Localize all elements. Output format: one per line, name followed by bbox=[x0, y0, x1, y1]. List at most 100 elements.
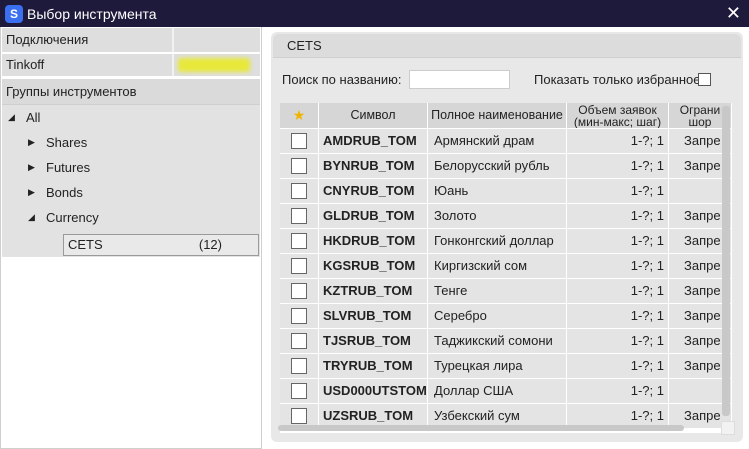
favorite-checkbox[interactable] bbox=[291, 308, 307, 324]
favorite-checkbox[interactable] bbox=[291, 258, 307, 274]
connections-header-label: Подключения bbox=[2, 28, 174, 52]
tree-item-futures[interactable]: ▶ Futures bbox=[2, 155, 260, 180]
tree-item-currency[interactable]: ◢ Currency bbox=[2, 205, 260, 230]
search-input[interactable] bbox=[409, 70, 510, 89]
favorite-checkbox[interactable] bbox=[291, 133, 307, 149]
favorite-cell[interactable] bbox=[280, 229, 319, 253]
connections-header: Подключения bbox=[2, 28, 260, 52]
horizontal-scrollbar[interactable] bbox=[278, 425, 684, 431]
table-row[interactable]: KGSRUB_TOM Киргизский сом 1-?; 1 Запре bbox=[280, 254, 732, 279]
app-logo-icon: S bbox=[5, 4, 23, 23]
full-name-cell: Юань bbox=[428, 179, 567, 203]
favorite-cell[interactable] bbox=[280, 329, 319, 353]
collapsed-triangle-icon[interactable]: ▶ bbox=[28, 155, 35, 180]
volume-cell: 1-?; 1 bbox=[567, 354, 669, 378]
full-name-cell: Серебро bbox=[428, 304, 567, 328]
favorite-cell[interactable] bbox=[280, 279, 319, 303]
symbol-cell: TRYRUB_TOM bbox=[319, 354, 428, 378]
symbol-cell: KGSRUB_TOM bbox=[319, 254, 428, 278]
favorite-checkbox[interactable] bbox=[291, 358, 307, 374]
instrument-groups-tree: Группы инструментов ◢ All ▶ Shares ▶ Fut… bbox=[2, 79, 260, 257]
favorite-cell[interactable] bbox=[280, 179, 319, 203]
column-order-volume[interactable]: Объем заявок (мин-макс; шаг) bbox=[567, 103, 669, 128]
vertical-scrollbar[interactable] bbox=[722, 106, 730, 416]
favorite-checkbox[interactable] bbox=[291, 208, 307, 224]
column-full-name[interactable]: Полное наименование bbox=[428, 103, 567, 128]
full-name-cell: Доллар США bbox=[428, 379, 567, 403]
favorite-checkbox[interactable] bbox=[291, 333, 307, 349]
star-icon: ★ bbox=[292, 107, 306, 123]
table-row[interactable]: SLVRUB_TOM Серебро 1-?; 1 Запре bbox=[280, 304, 732, 329]
symbol-cell: GLDRUB_TOM bbox=[319, 204, 428, 228]
symbol-cell: SLVRUB_TOM bbox=[319, 304, 428, 328]
collapsed-triangle-icon[interactable]: ▶ bbox=[28, 180, 35, 205]
table-row[interactable]: TRYRUB_TOM Турецкая лира 1-?; 1 Запре bbox=[280, 354, 732, 379]
favorite-cell[interactable] bbox=[280, 154, 319, 178]
table-row[interactable]: CNYRUB_TOM Юань 1-?; 1 bbox=[280, 179, 732, 204]
tree-item-shares[interactable]: ▶ Shares bbox=[2, 130, 260, 155]
symbol-cell: TJSRUB_TOM bbox=[319, 329, 428, 353]
volume-cell: 1-?; 1 bbox=[567, 279, 669, 303]
full-name-cell: Армянский драм bbox=[428, 129, 567, 153]
favorite-cell[interactable] bbox=[280, 304, 319, 328]
groups-header: Группы инструментов bbox=[2, 79, 260, 105]
symbol-cell: CNYRUB_TOM bbox=[319, 179, 428, 203]
title-bar: S Выбор инструмента ✕ bbox=[0, 0, 749, 27]
favorite-checkbox[interactable] bbox=[291, 233, 307, 249]
favorites-only-checkbox[interactable] bbox=[698, 73, 711, 86]
favorite-cell[interactable] bbox=[280, 379, 319, 403]
favorite-checkbox[interactable] bbox=[291, 158, 307, 174]
close-icon[interactable]: ✕ bbox=[726, 3, 741, 23]
favorite-cell[interactable] bbox=[280, 254, 319, 278]
connection-name: Tinkoff bbox=[2, 54, 174, 76]
tree-item-label: Futures bbox=[46, 160, 91, 175]
favorite-cell[interactable] bbox=[280, 129, 319, 153]
tree-item-count: (12) bbox=[198, 237, 222, 252]
favorite-checkbox[interactable] bbox=[291, 283, 307, 299]
volume-cell: 1-?; 1 bbox=[567, 154, 669, 178]
collapsed-triangle-icon[interactable]: ▶ bbox=[28, 130, 35, 155]
table-row[interactable]: USD000UTSTOM Доллар США 1-?; 1 bbox=[280, 379, 732, 404]
tree-item-label: Currency bbox=[46, 210, 99, 225]
favorite-checkbox[interactable] bbox=[291, 383, 307, 399]
instruments-table: ★ Символ Полное наименование Объем заяво… bbox=[280, 103, 732, 433]
instrument-panel: CETS Поиск по названию: Показать только … bbox=[271, 32, 743, 442]
full-name-cell: Киргизский сом bbox=[428, 254, 567, 278]
table-row[interactable]: TJSRUB_TOM Таджикский сомони 1-?; 1 Запре bbox=[280, 329, 732, 354]
expanded-triangle-icon[interactable]: ◢ bbox=[28, 205, 35, 230]
table-row[interactable]: KZTRUB_TOM Тенге 1-?; 1 Запре bbox=[280, 279, 732, 304]
column-favorite[interactable]: ★ bbox=[280, 103, 319, 128]
symbol-cell: AMDRUB_TOM bbox=[319, 129, 428, 153]
volume-cell: 1-?; 1 bbox=[567, 204, 669, 228]
table-row[interactable]: BYNRUB_TOM Белорусский рубль 1-?; 1 Запре bbox=[280, 154, 732, 179]
tree-item-label: Shares bbox=[46, 135, 88, 150]
search-label: Поиск по названию: bbox=[282, 72, 402, 87]
symbol-cell: HKDRUB_TOM bbox=[319, 229, 428, 253]
tree-item-all[interactable]: ◢ All bbox=[2, 105, 260, 130]
symbol-cell: KZTRUB_TOM bbox=[319, 279, 428, 303]
column-symbol[interactable]: Символ bbox=[319, 103, 428, 128]
full-name-cell: Белорусский рубль bbox=[428, 154, 567, 178]
favorite-cell[interactable] bbox=[280, 354, 319, 378]
tree-item-cets-selected[interactable]: CETS (12) bbox=[63, 234, 259, 256]
tree-item-label: All bbox=[26, 110, 41, 125]
tree-item-bonds[interactable]: ▶ Bonds bbox=[2, 180, 260, 205]
favorite-checkbox[interactable] bbox=[291, 408, 307, 424]
favorite-cell[interactable] bbox=[280, 204, 319, 228]
expanded-triangle-icon[interactable]: ◢ bbox=[8, 105, 15, 130]
symbol-cell: BYNRUB_TOM bbox=[319, 154, 428, 178]
connection-row-tinkoff[interactable]: Tinkoff bbox=[2, 54, 260, 76]
table-header: ★ Символ Полное наименование Объем заяво… bbox=[280, 103, 732, 128]
tree-item-label: CETS bbox=[68, 237, 103, 252]
table-row[interactable]: GLDRUB_TOM Золото 1-?; 1 Запре bbox=[280, 204, 732, 229]
volume-cell: 1-?; 1 bbox=[567, 379, 669, 403]
volume-cell: 1-?; 1 bbox=[567, 179, 669, 203]
volume-cell: 1-?; 1 bbox=[567, 329, 669, 353]
table-row[interactable]: HKDRUB_TOM Гонконгский доллар 1-?; 1 Запре bbox=[280, 229, 732, 254]
favorite-checkbox[interactable] bbox=[291, 183, 307, 199]
window-title: Выбор инструмента bbox=[27, 5, 157, 22]
table-row[interactable]: AMDRUB_TOM Армянский драм 1-?; 1 Запре bbox=[280, 129, 732, 154]
favorites-only-label: Показать только избранное bbox=[534, 72, 701, 87]
volume-cell: 1-?; 1 bbox=[567, 254, 669, 278]
volume-cell: 1-?; 1 bbox=[567, 129, 669, 153]
